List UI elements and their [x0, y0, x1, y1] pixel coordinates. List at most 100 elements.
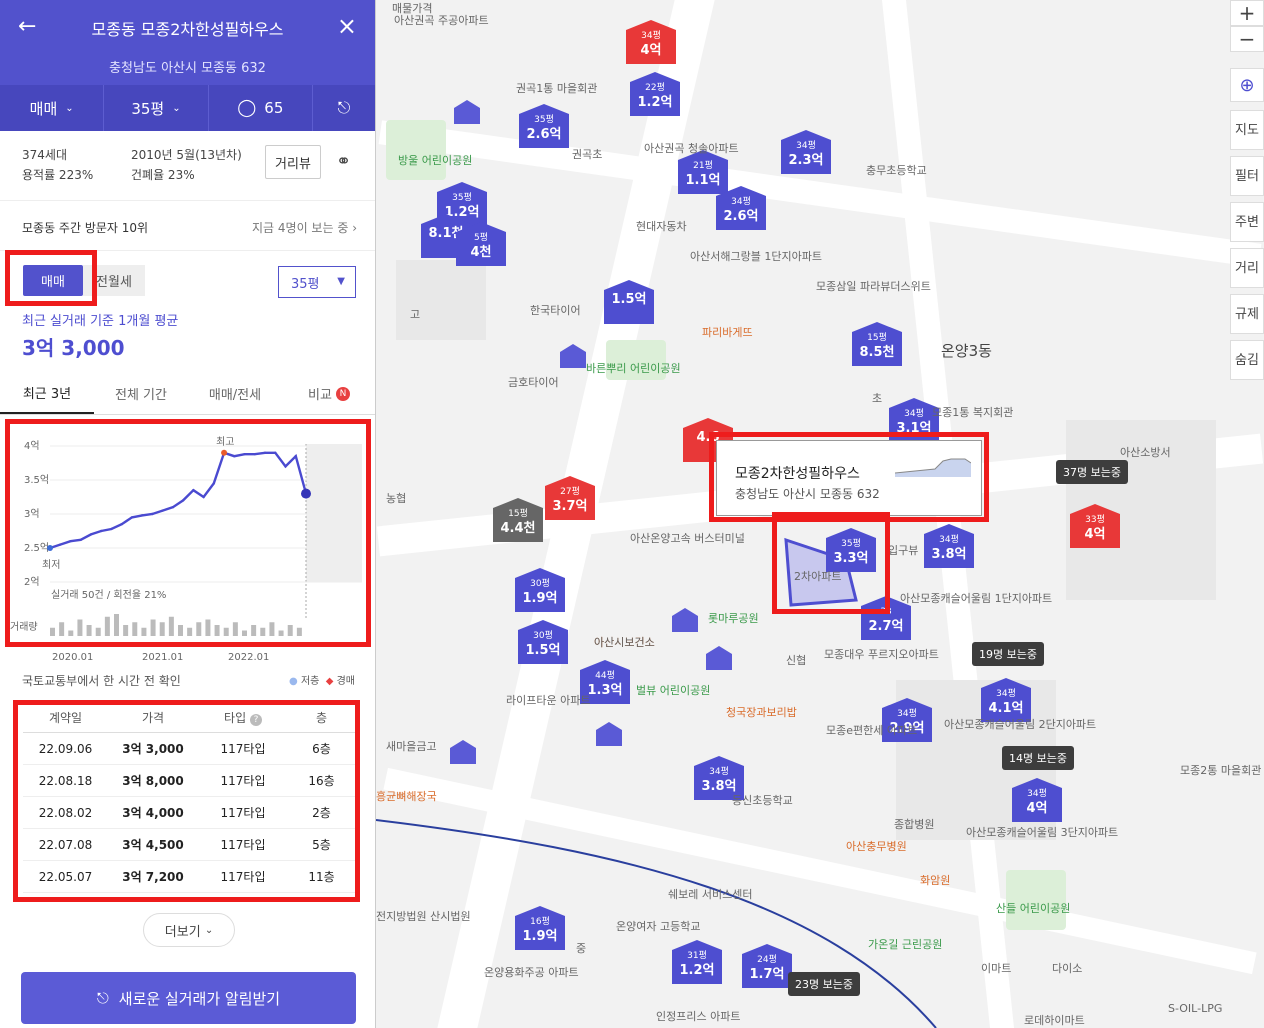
map-place-label[interactable]: 온양3동 [941, 340, 992, 361]
map-place-label[interactable]: S-OIL-LPG [1168, 1002, 1222, 1015]
price-pin[interactable]: 34평 3.8억 [924, 524, 974, 568]
map-place-label[interactable]: 롯마루공원 [708, 610, 759, 626]
map-control-button[interactable]: 지도 [1230, 110, 1264, 150]
table-row[interactable]: 22.05.07 3억 7,200 117타입 11층 [23, 861, 355, 893]
road-view-button[interactable]: 거리뷰 [265, 145, 321, 179]
price-pin[interactable]: 34평 2.6억 [716, 186, 766, 230]
map-place-label[interactable]: 초 [872, 390, 882, 406]
listing-marker[interactable] [450, 740, 476, 764]
trade-type-dropdown[interactable]: 매매 ⌄ [0, 85, 105, 131]
my-location-button[interactable]: ⊕ [1230, 68, 1264, 102]
map-place-label[interactable]: 충무초등학교 [866, 162, 927, 178]
table-row[interactable]: 22.08.18 3억 8,000 117타입 16층 [23, 765, 355, 797]
map-control-button[interactable]: 규제 [1230, 294, 1264, 334]
map-place-label[interactable]: 한국타이어 [530, 302, 581, 318]
tab-recent-3y[interactable]: 최근 3년 [0, 373, 94, 414]
map-place-label[interactable]: 인정프리스 아파트 [656, 1008, 740, 1024]
map-place-label[interactable]: 입구뷰 [888, 542, 918, 558]
map-place-label[interactable]: 아산온양고속 버스터미널 [630, 530, 745, 546]
map-place-label[interactable]: 쉐보레 서비스센터 [668, 886, 752, 902]
tab-trade-jeonse[interactable]: 매매/전세 [188, 373, 282, 414]
map-place-label[interactable]: 현대자동차 [636, 218, 687, 234]
zoom-out-button[interactable]: − [1230, 26, 1264, 52]
map-control-button[interactable]: 거리 [1230, 248, 1264, 288]
price-pin[interactable]: 5평 4천 [456, 222, 506, 266]
map-place-label[interactable]: 모종대우 푸르지오아파트 [824, 646, 939, 662]
map-place-label[interactable]: 바른뿌리 어린이공원 [586, 360, 681, 376]
more-button[interactable]: 더보기 ⌄ [143, 913, 235, 947]
map-place-label[interactable]: 아산시보건소 [594, 634, 655, 650]
map-place-label[interactable]: 2차아파트 [794, 568, 841, 584]
price-pin[interactable]: 16평 1.9억 [515, 906, 565, 950]
map-place-label[interactable]: 아산모종캐슬어울림 2단지아파트 [944, 716, 1096, 732]
map-place-label[interactable]: 모종e편한세 아파트 [826, 722, 917, 738]
price-pin[interactable]: 33평 4억 [1070, 504, 1120, 548]
price-pin[interactable]: 30평 1.9억 [515, 568, 565, 612]
map-place-label[interactable]: 산들 어린이공원 [996, 900, 1070, 916]
map-place-label[interactable]: 온양여자 고등학교 [616, 918, 700, 934]
map-place-label[interactable]: 중 [576, 940, 586, 956]
price-pin[interactable]: 15평 4.4천 [493, 498, 543, 542]
map-place-label[interactable]: 농협 [386, 490, 406, 506]
filter-trade-button[interactable]: 매매 [23, 265, 83, 296]
map-place-label[interactable]: 고 [410, 306, 420, 322]
price-pin[interactable]: 34평 4억 [626, 20, 676, 64]
map-place-label[interactable]: 아산충무병원 [846, 838, 907, 854]
listing-marker[interactable] [596, 722, 622, 746]
price-pin[interactable]: 34평 4억 [1012, 778, 1062, 822]
map-control-button[interactable]: 주변 [1230, 202, 1264, 242]
map-place-label[interactable]: 방울 어린이공원 [398, 152, 472, 168]
map-place-label[interactable]: 청국장과보리밥 [726, 704, 797, 720]
price-pin[interactable]: 30평 1.5억 [518, 620, 568, 664]
tab-compare[interactable]: 비교 N [282, 373, 375, 414]
map-place-label[interactable]: 아산서해그랑블 1단지아파트 [690, 248, 822, 264]
size-dropdown[interactable]: 35평 ⌄ [104, 85, 209, 131]
tab-all-period[interactable]: 전체 기간 [94, 373, 188, 414]
map-place-label[interactable]: 온양용화주공 아파트 [484, 964, 579, 980]
map-place-label[interactable]: 이마트 [981, 960, 1011, 976]
table-row[interactable]: 22.07.08 3억 4,500 117타입 5층 [23, 829, 355, 861]
price-pin[interactable]: 35평 3.3억 [826, 528, 876, 572]
size-select[interactable]: 35평 ▼ [278, 266, 356, 298]
map-place-label[interactable]: 아산소방서 [1120, 444, 1171, 460]
price-chart[interactable]: 4억3.5억3억2.5억2억 2020.01 2021.01 2022.01 최고 … [0, 418, 376, 668]
price-pin[interactable]: 27평 3.7억 [545, 476, 595, 520]
comments-button[interactable]: ◯ 65 [209, 85, 313, 131]
alert-button[interactable]: ⎋ [313, 85, 375, 131]
zoom-in-button[interactable]: + [1230, 0, 1264, 26]
map-place-label[interactable]: 종합병원 [894, 816, 934, 832]
price-pin[interactable]: 24평 1.7억 [742, 944, 792, 988]
share-icon[interactable]: ⚭ [336, 151, 351, 172]
complex-tooltip[interactable]: 모종2차한성필하우스 충청남도 아산시 모종동 632 [716, 440, 982, 516]
help-icon[interactable]: ? [249, 714, 262, 726]
map-place-label[interactable]: 모종1통 복지회관 [932, 404, 1013, 420]
table-row[interactable]: 22.08.02 3억 4,000 117타입 2층 [23, 797, 355, 829]
price-pin[interactable]: 34평 2.3억 [781, 130, 831, 174]
filter-rent-button[interactable]: 전월세 [83, 265, 145, 296]
listing-marker[interactable] [706, 646, 732, 670]
map-place-label[interactable]: 모종2통 마을회관 [1180, 762, 1261, 778]
map-place-label[interactable]: 모종삼일 파라뷰더스위트 [816, 278, 931, 294]
map-place-label[interactable]: 흥균뼈해장국 [376, 788, 437, 804]
listing-marker[interactable] [454, 100, 480, 124]
map-place-label[interactable]: 다이소 [1052, 960, 1082, 976]
map-place-label[interactable]: 아산모종캐슬어울림 1단지아파트 [900, 590, 1052, 606]
map-control-button[interactable]: 숨김 [1230, 340, 1264, 380]
listing-marker[interactable] [672, 608, 698, 632]
map-control-button[interactable]: 필터 [1230, 156, 1264, 196]
map-place-label[interactable]: 새마을금고 [386, 738, 437, 754]
map-place-label[interactable]: 화암원 [920, 872, 950, 888]
visitor-bar[interactable]: 모종동 주간 방문자 10위 지금 4명이 보는 중 › [0, 201, 375, 251]
close-icon[interactable]: × [337, 12, 357, 40]
map-place-label[interactable]: 신협 [786, 652, 806, 668]
map-place-label[interactable]: 아산권곡 청솔아파트 [644, 140, 739, 156]
price-pin[interactable]: 15평 8.5천 [852, 322, 902, 366]
map-place-label[interactable]: 파리바게뜨 [702, 324, 753, 340]
map-place-label[interactable]: 벌뷰 어린이공원 [636, 682, 710, 698]
back-arrow-icon[interactable]: ← [18, 14, 36, 39]
map-place-label[interactable]: 권곡1통 마을회관 [516, 80, 597, 96]
map-place-label[interactable]: 매물가격 [392, 0, 432, 16]
map-place-label[interactable]: 동신초등학교 [732, 792, 793, 808]
map-place-label[interactable]: 전지방법원 산시법원 [376, 908, 471, 924]
map-place-label[interactable]: 라이프타운 아파트 [506, 692, 590, 708]
